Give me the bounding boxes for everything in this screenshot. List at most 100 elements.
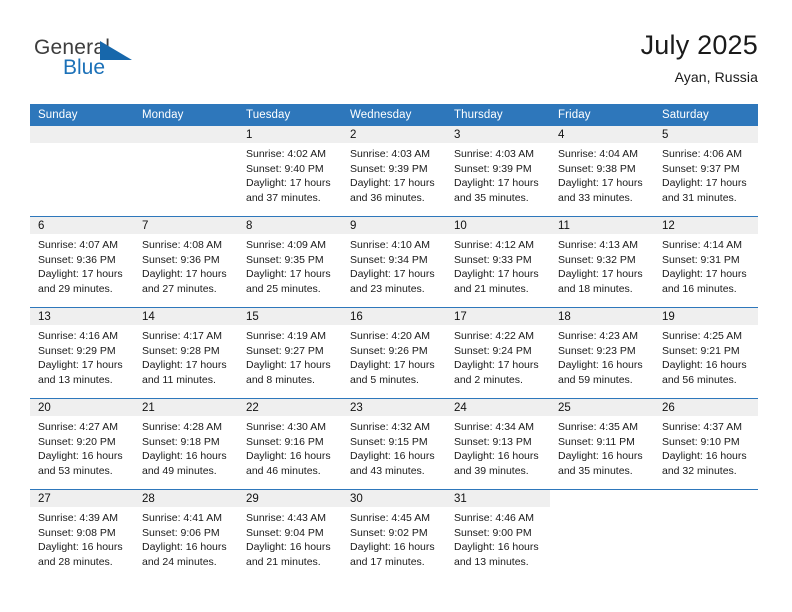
day-cell[interactable]: 24 Sunrise: 4:34 AM Sunset: 9:13 PM Dayligh… (446, 399, 550, 489)
sunrise-time: Sunrise: 4:08 AM (142, 239, 222, 251)
daylight-duration-line1: Daylight: 16 hours (454, 541, 539, 554)
day-cell[interactable]: 4 Sunrise: 4:04 AM Sunset: 9:38 PM Daylight… (550, 126, 654, 216)
day-cell[interactable]: 8 Sunrise: 4:09 AM Sunset: 9:35 PM Daylight… (238, 217, 342, 307)
day-cell[interactable]: 15 Sunrise: 4:19 AM Sunset: 9:27 PM Dayligh… (238, 308, 342, 398)
page-header: General Blue July 2025 Ayan, Russia (30, 28, 758, 100)
sunrise-time: Sunrise: 4:41 AM (142, 512, 222, 524)
sunset-time: Sunset: 9:11 PM (558, 435, 635, 448)
calendar-cell: 27 Sunrise: 4:39 AM Sunset: 9:08 PM Dayligh… (30, 489, 134, 580)
calendar-cell: 13 Sunrise: 4:16 AM Sunset: 9:29 PM Dayligh… (30, 307, 134, 399)
day-details: Sunrise: 4:34 AM Sunset: 9:13 PM Daylight:… (446, 416, 550, 478)
sunrise-time: Sunrise: 4:32 AM (350, 421, 430, 433)
day-cell[interactable]: 29 Sunrise: 4:43 AM Sunset: 9:04 PM Dayligh… (238, 490, 342, 580)
day-cell[interactable]: 20 Sunrise: 4:27 AM Sunset: 9:20 PM Dayligh… (30, 399, 134, 489)
day-details: Sunrise: 4:20 AM Sunset: 9:26 PM Daylight:… (342, 325, 446, 387)
calendar-cell: 4 Sunrise: 4:04 AM Sunset: 9:38 PM Daylight… (550, 126, 654, 217)
day-cell[interactable]: 27 Sunrise: 4:39 AM Sunset: 9:08 PM Dayligh… (30, 490, 134, 580)
day-cell[interactable]: 5 Sunrise: 4:06 AM Sunset: 9:37 PM Daylight… (654, 126, 758, 216)
day-number: 30 (342, 490, 446, 507)
day-cell[interactable]: 13 Sunrise: 4:16 AM Sunset: 9:29 PM Dayligh… (30, 308, 134, 398)
daylight-duration-line2: and 49 minutes. (142, 464, 217, 477)
day-cell[interactable]: 6 Sunrise: 4:07 AM Sunset: 9:36 PM Daylight… (30, 217, 134, 307)
calendar-body: 1 Sunrise: 4:02 AM Sunset: 9:40 PM Daylight… (30, 126, 758, 580)
calendar-grid: Sunday Monday Tuesday Wednesday Thursday… (30, 104, 758, 580)
sunrise-time: Sunrise: 4:10 AM (350, 239, 430, 251)
day-cell[interactable]: 1 Sunrise: 4:02 AM Sunset: 9:40 PM Daylight… (238, 126, 342, 216)
day-cell[interactable]: 2 Sunrise: 4:03 AM Sunset: 9:39 PM Daylight… (342, 126, 446, 216)
daylight-duration-line1: Daylight: 16 hours (38, 450, 123, 463)
title-block: July 2025 Ayan, Russia (641, 28, 758, 87)
day-details: Sunrise: 4:14 AM Sunset: 9:31 PM Daylight:… (654, 234, 758, 296)
calendar-week-row: 13 Sunrise: 4:16 AM Sunset: 9:29 PM Dayligh… (30, 307, 758, 399)
day-number: 12 (654, 217, 758, 234)
calendar-cell: 5 Sunrise: 4:06 AM Sunset: 9:37 PM Daylight… (654, 126, 758, 217)
day-number: 7 (134, 217, 238, 234)
day-cell[interactable]: 7 Sunrise: 4:08 AM Sunset: 9:36 PM Daylight… (134, 217, 238, 307)
calendar-cell (654, 489, 758, 580)
day-cell[interactable]: 16 Sunrise: 4:20 AM Sunset: 9:26 PM Dayligh… (342, 308, 446, 398)
day-cell[interactable]: 18 Sunrise: 4:23 AM Sunset: 9:23 PM Dayligh… (550, 308, 654, 398)
day-details: Sunrise: 4:32 AM Sunset: 9:15 PM Daylight:… (342, 416, 446, 478)
sunrise-time: Sunrise: 4:30 AM (246, 421, 326, 433)
day-details: Sunrise: 4:06 AM Sunset: 9:37 PM Daylight:… (654, 143, 758, 205)
daylight-duration-line1: Daylight: 17 hours (454, 268, 539, 281)
sunrise-time: Sunrise: 4:37 AM (662, 421, 742, 433)
day-number: 1 (238, 126, 342, 143)
daylight-duration-line1: Daylight: 16 hours (662, 359, 747, 372)
day-cell[interactable]: 28 Sunrise: 4:41 AM Sunset: 9:06 PM Dayligh… (134, 490, 238, 580)
sunrise-time: Sunrise: 4:46 AM (454, 512, 534, 524)
calendar-cell (30, 126, 134, 217)
day-cell[interactable]: 30 Sunrise: 4:45 AM Sunset: 9:02 PM Dayligh… (342, 490, 446, 580)
day-details: Sunrise: 4:07 AM Sunset: 9:36 PM Daylight:… (30, 234, 134, 296)
daylight-duration-line2: and 32 minutes. (662, 464, 737, 477)
calendar-week-row: 6 Sunrise: 4:07 AM Sunset: 9:36 PM Daylight… (30, 216, 758, 308)
daylight-duration-line1: Daylight: 17 hours (142, 268, 227, 281)
day-number: 13 (30, 308, 134, 325)
daylight-duration-line2: and 8 minutes. (246, 373, 315, 386)
day-cell[interactable]: 25 Sunrise: 4:35 AM Sunset: 9:11 PM Dayligh… (550, 399, 654, 489)
sunset-time: Sunset: 9:24 PM (454, 344, 532, 357)
day-cell[interactable]: 26 Sunrise: 4:37 AM Sunset: 9:10 PM Dayligh… (654, 399, 758, 489)
day-cell[interactable]: 22 Sunrise: 4:30 AM Sunset: 9:16 PM Dayligh… (238, 399, 342, 489)
calendar-week-row: 20 Sunrise: 4:27 AM Sunset: 9:20 PM Dayligh… (30, 398, 758, 490)
day-cell[interactable]: 9 Sunrise: 4:10 AM Sunset: 9:34 PM Daylight… (342, 217, 446, 307)
daylight-duration-line2: and 13 minutes. (454, 555, 529, 568)
day-details: Sunrise: 4:16 AM Sunset: 9:29 PM Daylight:… (30, 325, 134, 387)
sunset-time: Sunset: 9:26 PM (350, 344, 428, 357)
sunrise-time: Sunrise: 4:07 AM (38, 239, 118, 251)
day-cell[interactable]: 31 Sunrise: 4:46 AM Sunset: 9:00 PM Dayligh… (446, 490, 550, 580)
sunset-time: Sunset: 9:02 PM (350, 526, 428, 539)
day-cell[interactable]: 10 Sunrise: 4:12 AM Sunset: 9:33 PM Dayligh… (446, 217, 550, 307)
day-cell[interactable]: 12 Sunrise: 4:14 AM Sunset: 9:31 PM Dayligh… (654, 217, 758, 307)
day-number: 22 (238, 399, 342, 416)
daylight-duration-line1: Daylight: 16 hours (38, 541, 123, 554)
day-cell[interactable]: 23 Sunrise: 4:32 AM Sunset: 9:15 PM Dayligh… (342, 399, 446, 489)
day-cell-empty (654, 490, 758, 580)
sunrise-time: Sunrise: 4:03 AM (454, 148, 534, 160)
daylight-duration-line2: and 25 minutes. (246, 282, 321, 295)
day-details: Sunrise: 4:43 AM Sunset: 9:04 PM Daylight:… (238, 507, 342, 569)
sunset-time: Sunset: 9:36 PM (142, 253, 220, 266)
sunrise-time: Sunrise: 4:12 AM (454, 239, 534, 251)
sunrise-time: Sunrise: 4:14 AM (662, 239, 742, 251)
calendar-cell: 24 Sunrise: 4:34 AM Sunset: 9:13 PM Dayligh… (446, 398, 550, 490)
calendar-cell: 12 Sunrise: 4:14 AM Sunset: 9:31 PM Dayligh… (654, 216, 758, 308)
day-cell[interactable]: 17 Sunrise: 4:22 AM Sunset: 9:24 PM Dayligh… (446, 308, 550, 398)
logo-text-blue: Blue (63, 56, 106, 79)
logo-general-blue[interactable]: General Blue (34, 36, 164, 88)
day-cell[interactable]: 14 Sunrise: 4:17 AM Sunset: 9:28 PM Dayligh… (134, 308, 238, 398)
day-cell[interactable]: 21 Sunrise: 4:28 AM Sunset: 9:18 PM Dayligh… (134, 399, 238, 489)
calendar-cell: 18 Sunrise: 4:23 AM Sunset: 9:23 PM Dayligh… (550, 307, 654, 399)
day-cell[interactable]: 11 Sunrise: 4:13 AM Sunset: 9:32 PM Dayligh… (550, 217, 654, 307)
daylight-duration-line2: and 17 minutes. (350, 555, 425, 568)
daylight-duration-line2: and 46 minutes. (246, 464, 321, 477)
calendar-cell: 11 Sunrise: 4:13 AM Sunset: 9:32 PM Dayligh… (550, 216, 654, 308)
sunrise-time: Sunrise: 4:28 AM (142, 421, 222, 433)
daylight-duration-line2: and 16 minutes. (662, 282, 737, 295)
day-cell[interactable]: 19 Sunrise: 4:25 AM Sunset: 9:21 PM Dayligh… (654, 308, 758, 398)
sunset-time: Sunset: 9:36 PM (38, 253, 116, 266)
sunrise-time: Sunrise: 4:06 AM (662, 148, 742, 160)
day-cell[interactable]: 3 Sunrise: 4:03 AM Sunset: 9:39 PM Daylight… (446, 126, 550, 216)
weekday-header-tuesday: Tuesday (238, 104, 342, 126)
sunset-time: Sunset: 9:37 PM (662, 162, 740, 175)
